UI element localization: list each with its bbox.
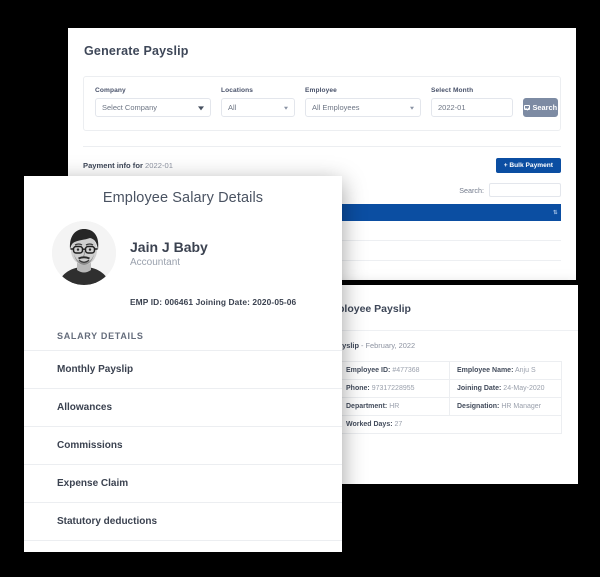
designation-label: Designation: (457, 403, 500, 410)
payslip-worked-days: Worked Days: 27 (339, 416, 561, 433)
employee-salary-details-card: Employee Salary Details Jain J Baby Acco… (24, 176, 342, 552)
filter-select-month: Select Month 2022-01 (431, 87, 513, 117)
payslip-employee-id: Employee ID: #477368 (339, 362, 450, 380)
bulk-payment-button[interactable]: + Bulk Payment (495, 158, 561, 173)
locations-select[interactable]: All (221, 98, 295, 117)
chevron-down-icon (198, 105, 204, 110)
page-title: Generate Payslip (84, 44, 189, 58)
list-item-expense-claim[interactable]: Expense Claim (24, 465, 342, 503)
company-value: Select Company (102, 103, 158, 112)
joining-date-label: Joining Date: (195, 297, 250, 307)
payslip-period: ayslip - February, 2022 (322, 330, 578, 350)
employee-meta: EMP ID: 006461 Joining Date: 2020-05-06 (24, 285, 342, 307)
joining-date-value: 2020-05-06 (252, 297, 297, 307)
select-month-value: 2022-01 (438, 103, 466, 112)
emp-id-value: 006461 (164, 297, 194, 307)
list-item-statutory-deductions[interactable]: Statutory deductions (24, 503, 342, 541)
salary-details-list: Monthly Payslip Allowances Commissions E… (24, 350, 342, 541)
payslip-phone: Phone: 97317228955 (339, 380, 450, 398)
joining-date-label: Joining Date: (457, 385, 502, 392)
department-label: Department: (346, 403, 388, 410)
filter-company: Company Select Company (95, 87, 211, 117)
payment-info-month: 2022-01 (145, 161, 173, 170)
avatar (52, 221, 116, 285)
payslip-designation: Designation: HR Manager (450, 398, 561, 416)
payment-info-label: Payment info for (83, 161, 143, 170)
designation-value: HR Manager (501, 403, 542, 410)
company-label: Company (95, 87, 126, 94)
employee-id-label: Employee ID: (346, 367, 391, 374)
company-select[interactable]: Select Company (95, 98, 211, 117)
phone-value: 97317228955 (371, 385, 415, 392)
search-button-label: Search (532, 103, 558, 112)
employee-id-value: #477368 (392, 367, 420, 374)
department-value: HR (389, 403, 400, 410)
payment-info-bar: Payment info for 2022-01 + Bulk Payment (83, 146, 561, 173)
employee-payslip-title: ployee Payslip (338, 303, 411, 315)
employee-name-label: Employee Name: (457, 367, 514, 374)
payment-info-text: Payment info for 2022-01 (83, 161, 173, 170)
sort-icon: ⇅ (552, 209, 558, 216)
employee-identity: Jain J Baby Accountant (130, 239, 208, 268)
employee-name-value: Anju S (514, 367, 536, 374)
select-month-input[interactable]: 2022-01 (431, 98, 513, 117)
payslip-details-grid: Employee ID: #477368 Employee Name: Anju… (338, 361, 562, 434)
search-button[interactable]: Search (523, 98, 559, 117)
chevron-down-icon (410, 106, 414, 110)
phone-label: Phone: (346, 385, 370, 392)
employee-name: Jain J Baby (130, 238, 208, 255)
payslip-period-rest: - February, 2022 (358, 341, 416, 350)
table-search-label: Search: (459, 185, 484, 195)
list-item-commissions[interactable]: Commissions (24, 427, 342, 465)
payslip-employee-name: Employee Name: Anju S (450, 362, 561, 380)
list-item-allowances[interactable]: Allowances (24, 389, 342, 427)
card-title: Employee Salary Details (102, 190, 264, 206)
filter-locations: Locations All (221, 87, 295, 117)
payslip-department: Department: HR (339, 398, 450, 416)
check-icon (524, 104, 530, 111)
chevron-down-icon (284, 106, 288, 110)
employee-select[interactable]: All Employees (305, 98, 421, 117)
salary-details-heading: SALARY DETAILS (57, 331, 144, 341)
worked-days-value: 27 (394, 421, 403, 428)
table-search-control: Search: (459, 183, 561, 197)
locations-value: All (228, 103, 237, 112)
screenshot-stage: Generate Payslip Company Select Company … (0, 0, 600, 577)
emp-id-label: EMP ID: (130, 297, 163, 307)
filter-card: Company Select Company Locations All Emp… (83, 76, 561, 131)
payslip-joining-date: Joining Date: 24-May-2020 (450, 380, 561, 398)
locations-label: Locations (221, 87, 254, 94)
employee-role: Accountant (130, 256, 181, 268)
worked-days-label: Worked Days: (346, 421, 393, 428)
joining-date-value: 24-May-2020 (503, 385, 545, 392)
employee-payslip-panel: ployee Payslip ayslip - February, 2022 E… (322, 285, 578, 484)
filter-employee: Employee All Employees (305, 87, 421, 117)
employee-value: All Employees (312, 103, 360, 112)
employee-label: Employee (305, 87, 337, 94)
table-search-input[interactable] (489, 183, 561, 197)
employee-summary: Jain J Baby Accountant (24, 206, 342, 285)
list-item-monthly-payslip[interactable]: Monthly Payslip (24, 351, 342, 389)
select-month-label: Select Month (431, 87, 474, 94)
